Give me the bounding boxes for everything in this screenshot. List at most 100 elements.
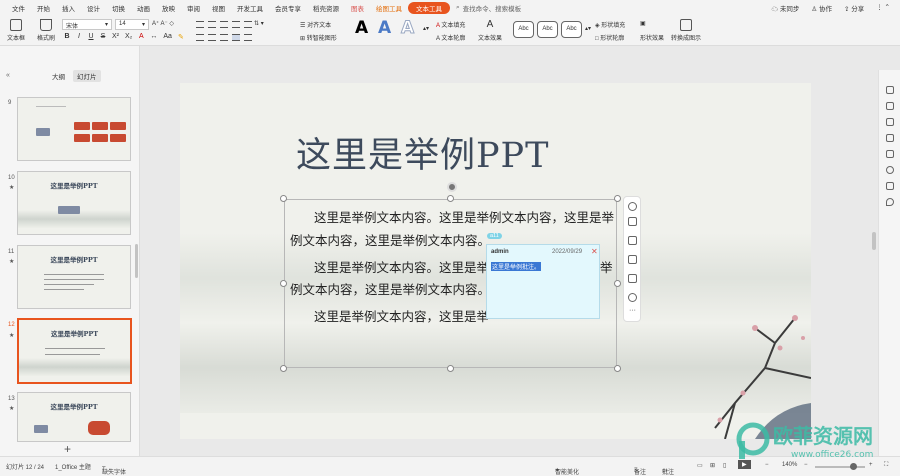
comment-popup[interactable]: admin 2022/09/29 ✕ 这里是举例批注。 [486,244,600,319]
pen-icon[interactable] [628,236,637,245]
line-spacing-icon[interactable] [244,21,252,28]
menu-transition[interactable]: 切换 [106,3,131,13]
settings-icon[interactable] [886,86,894,94]
menu-animation[interactable]: 动画 [131,3,156,13]
font-color-icon[interactable]: A [138,33,144,41]
change-case-icon[interactable]: Aa [163,33,172,41]
zoom-out-icon[interactable]: − [765,462,769,468]
tab-text-tools[interactable]: 文本工具 [408,2,450,14]
add-slide-icon[interactable]: + [64,442,71,456]
menu-review[interactable]: 审阅 [181,3,206,13]
resize-handle[interactable] [614,365,621,372]
help-icon[interactable] [886,166,894,174]
font-name-select[interactable]: 宋体 ▾ [62,19,112,30]
shape-effect-label[interactable]: 形状效果 [640,33,664,42]
char-spacing-icon[interactable]: ↔ [150,33,157,41]
zoom-slider-handle[interactable] [850,463,857,470]
slide-thumbnail-10[interactable]: 这里是举例PPT [17,171,131,235]
resize-handle[interactable] [447,195,454,202]
rotate-handle[interactable] [447,182,457,192]
wordart-black[interactable]: A [355,18,368,38]
collapse-panel-icon[interactable]: « [6,72,10,79]
highlight-icon[interactable]: ✎ [178,33,184,41]
comment-text[interactable]: 这里是举例批注。 [491,262,542,271]
menu-developer[interactable]: 开发工具 [231,3,269,13]
align-center-icon[interactable] [208,34,216,41]
align-left-icon[interactable] [196,34,204,41]
menu-insert[interactable]: 插入 [56,3,81,13]
location-icon[interactable] [886,198,894,206]
slide-thumbnail-13[interactable]: 这里是举例PPT [17,392,131,442]
shape-effect-button[interactable]: ▣ [640,20,646,27]
shape-outline-button[interactable]: □ 形状轮廓 [595,33,624,42]
shape-style-more-icon[interactable]: ▴▾ [585,25,591,32]
wordart-outline[interactable]: A [400,18,414,39]
resize-handle[interactable] [447,365,454,372]
menu-slideshow[interactable]: 放映 [156,3,181,13]
copy-icon[interactable] [886,134,894,142]
convert-smartart-button[interactable]: ⊞ 转智能图形 [300,33,337,42]
slide-title[interactable]: 这里是举例PPT [296,127,549,178]
comment-marker[interactable]: a11 [487,233,502,239]
thumbnail-scrollbar[interactable] [135,244,138,278]
tab-slides[interactable]: 幻灯片 [73,70,101,82]
zoom-slider[interactable] [815,466,865,468]
view-reading-icon[interactable]: ▯ [723,462,726,469]
distribute-icon[interactable] [244,34,252,41]
text-outline-button[interactable]: A 文本轮廓 [436,33,465,42]
collapse-icon[interactable] [628,202,637,211]
sync-status[interactable]: ☁ 未同步 [772,3,800,13]
view-grid-icon[interactable]: ⊞ [710,462,715,469]
wordart-more-icon[interactable]: ▴▾ [423,25,429,32]
menu-file[interactable]: 文件 [6,3,31,13]
align-text-button[interactable]: ☰ 对齐文本 [300,20,331,29]
menu-home[interactable]: 开始 [31,3,56,13]
zoom-minus-icon[interactable]: − [804,462,808,468]
menu-member[interactable]: 会员专享 [269,3,307,13]
zoom-level[interactable]: 140% [782,462,797,468]
indent-increase-icon[interactable] [232,21,240,28]
italic-icon[interactable]: I [76,33,82,41]
tab-chart[interactable]: 图表 [345,3,370,13]
shape-style-3[interactable]: Abc [561,21,582,38]
menu-design[interactable]: 设计 [81,3,106,13]
crop-icon[interactable] [628,274,637,283]
format-painter-button[interactable]: 格式刷 [33,19,59,42]
command-search[interactable]: ⌕ 查找命令、搜索模板 [456,3,521,13]
menu-docer[interactable]: 稻壳资源 [307,3,345,13]
shape-icon[interactable] [628,255,637,264]
bold-icon[interactable]: B [64,33,70,41]
text-fill-button[interactable]: A 文本填充 [436,20,465,29]
bullet-list-icon[interactable] [196,21,204,28]
superscript-icon[interactable]: X² [112,33,119,41]
sliders-icon[interactable] [886,102,894,110]
resize-handle[interactable] [280,195,287,202]
play-icon[interactable]: ▶ [738,460,751,469]
zoom-plus-icon[interactable]: + [869,462,873,468]
resize-handle[interactable] [614,195,621,202]
layers-icon[interactable] [628,217,637,226]
text-direction-icon[interactable]: ⇅ ▾ [254,20,264,27]
shape-fill-button[interactable]: ◈ 形状填充 [595,20,625,29]
menu-view[interactable]: 视图 [206,3,231,13]
align-justify-icon[interactable] [232,34,240,41]
slide-thumbnail-11[interactable]: 这里是举例PPT [17,245,131,309]
resize-handle[interactable] [280,365,287,372]
fit-window-icon[interactable]: ⛶ [884,462,888,469]
shape-style-1[interactable]: Abc [513,21,534,38]
underline-icon[interactable]: U [88,33,94,41]
close-icon[interactable]: ✕ [591,247,598,256]
star-icon[interactable] [886,118,894,126]
slide-thumbnail-12[interactable]: 这里是举例PPT [17,318,132,384]
strikethrough-icon[interactable]: S [100,33,106,41]
number-list-icon[interactable] [208,21,216,28]
font-grow-icon[interactable]: A⁺ A⁻ ◇ [152,20,174,27]
wordart-blue[interactable]: A [378,18,391,38]
subscript-icon[interactable]: X₂ [125,33,132,41]
more-menu-icon[interactable]: ⋮ ⌃ [876,3,890,13]
vertical-scrollbar[interactable] [872,232,876,250]
view-normal-icon[interactable]: ▭ [697,462,703,469]
tab-drawing-tools[interactable]: 绘图工具 [370,3,408,13]
layers-icon[interactable] [886,150,894,158]
resize-handle[interactable] [614,280,621,287]
